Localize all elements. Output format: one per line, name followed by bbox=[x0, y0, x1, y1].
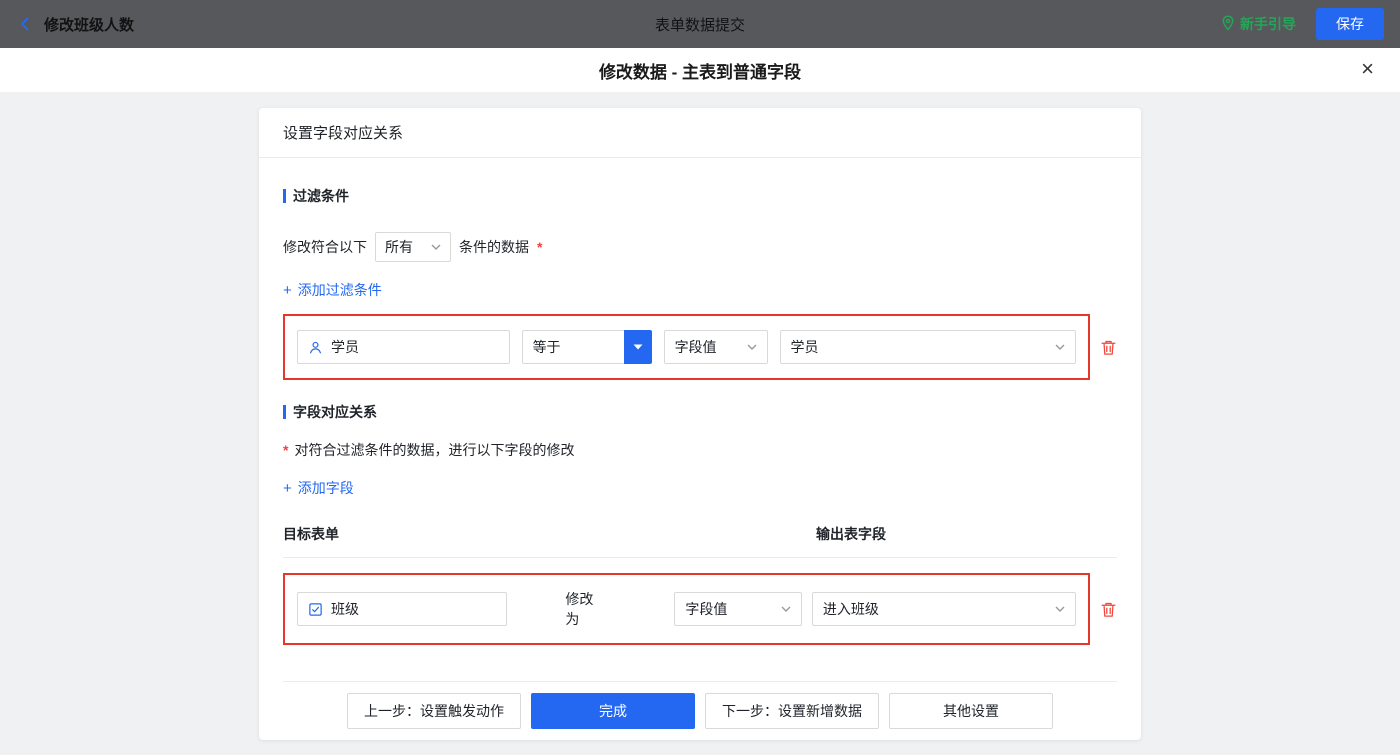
match-mode-select[interactable]: 所有 bbox=[375, 232, 451, 262]
back-button[interactable]: 修改班级人数 bbox=[16, 14, 134, 35]
done-button[interactable]: 完成 bbox=[531, 693, 695, 729]
match-mode-value: 所有 bbox=[385, 239, 413, 255]
modify-to-label: 修改为 bbox=[565, 591, 594, 627]
mapping-section-label: 字段对应关系 bbox=[293, 404, 377, 420]
operator-value: 等于 bbox=[521, 330, 624, 364]
filter-suffix-text: 条件的数据 bbox=[459, 239, 529, 255]
filter-field-input[interactable]: 学员 bbox=[297, 330, 510, 364]
mapping-description: 对符合过滤条件的数据，进行以下字段的修改 bbox=[294, 442, 575, 458]
modal-title: 修改数据 - 主表到普通字段 bbox=[598, 62, 802, 82]
top-bar: 修改班级人数 表单数据提交 新手引导 保存 bbox=[0, 0, 1400, 48]
operator-select[interactable]: 等于 bbox=[521, 330, 652, 364]
other-settings-button[interactable]: 其他设置 bbox=[889, 693, 1053, 729]
mapping-section-title: 字段对应关系 bbox=[283, 402, 1117, 422]
filter-row-highlight: 学员 等于 字段值 学员 bbox=[283, 314, 1090, 380]
add-field-link[interactable]: + 添加字段 bbox=[283, 478, 354, 498]
modal-header: 修改数据 - 主表到普通字段 × bbox=[0, 48, 1400, 92]
filter-value-type-select[interactable]: 字段值 bbox=[663, 330, 768, 364]
back-label: 修改班级人数 bbox=[44, 16, 135, 34]
next-step-button[interactable]: 下一步：设置新增数据 bbox=[705, 693, 879, 729]
card-header: 设置字段对应关系 bbox=[259, 108, 1141, 158]
required-mark: * bbox=[283, 442, 289, 458]
filter-prefix-text: 修改符合以下 bbox=[283, 239, 367, 255]
required-mark: * bbox=[537, 239, 543, 255]
person-icon bbox=[308, 340, 323, 355]
section-marker bbox=[283, 189, 286, 203]
back-arrow-icon bbox=[16, 15, 34, 33]
mapping-value-type: 字段值 bbox=[685, 601, 728, 617]
card-body: 过滤条件 修改符合以下 所有 条件的数据 * + 添加过滤条件 学员 等于 字段… bbox=[259, 158, 1141, 740]
filter-field-value: 学员 bbox=[331, 339, 359, 355]
target-field-input[interactable]: 班级 bbox=[297, 592, 508, 626]
modal-content: 设置字段对应关系 过滤条件 修改符合以下 所有 条件的数据 * + 添加过滤条件… bbox=[0, 92, 1400, 755]
mapping-columns-header: 目标表单 输出表字段 bbox=[283, 524, 1117, 558]
add-filter-label: 添加过滤条件 bbox=[297, 282, 382, 298]
add-filter-link[interactable]: + 添加过滤条件 bbox=[283, 280, 382, 300]
settings-card: 设置字段对应关系 过滤条件 修改符合以下 所有 条件的数据 * + 添加过滤条件… bbox=[259, 108, 1141, 740]
chevron-down-icon bbox=[431, 244, 441, 250]
plus-icon: + bbox=[283, 281, 292, 299]
filter-value-select[interactable]: 学员 bbox=[779, 330, 1076, 364]
close-icon[interactable]: × bbox=[1361, 58, 1374, 80]
filter-value: 学员 bbox=[790, 339, 819, 355]
mapping-value: 进入班级 bbox=[822, 601, 879, 617]
mapping-value-type-select[interactable]: 字段值 bbox=[674, 592, 802, 626]
delete-filter-button[interactable] bbox=[1100, 339, 1117, 356]
chevron-down-icon bbox=[781, 606, 791, 612]
save-button[interactable]: 保存 bbox=[1316, 8, 1384, 40]
guide-pin-icon bbox=[1221, 14, 1235, 34]
filter-section-title: 过滤条件 bbox=[283, 186, 1117, 206]
chevron-down-icon bbox=[747, 344, 757, 350]
chevron-down-icon bbox=[1055, 344, 1065, 350]
checkbox-icon bbox=[308, 602, 323, 617]
filter-condition-line: 修改符合以下 所有 条件的数据 * bbox=[283, 232, 1117, 262]
column-target-form: 目标表单 bbox=[283, 526, 339, 542]
card-footer: 上一步：设置触发动作 完成 下一步：设置新增数据 其他设置 bbox=[283, 681, 1117, 740]
filter-section-label: 过滤条件 bbox=[293, 188, 349, 204]
mapping-row-highlight: 班级 修改为 字段值 进入班级 bbox=[283, 573, 1090, 645]
delete-mapping-button[interactable] bbox=[1100, 601, 1117, 618]
prev-step-button[interactable]: 上一步：设置触发动作 bbox=[347, 693, 521, 729]
page-title: 表单数据提交 bbox=[654, 16, 745, 34]
operator-dropdown-toggle[interactable] bbox=[623, 330, 652, 364]
chevron-down-icon bbox=[1055, 606, 1065, 612]
guide-button[interactable]: 新手引导 bbox=[1221, 14, 1296, 34]
add-field-label: 添加字段 bbox=[297, 480, 354, 496]
guide-label: 新手引导 bbox=[1240, 16, 1296, 32]
column-output-field: 输出表字段 bbox=[816, 526, 886, 542]
section-marker bbox=[283, 405, 286, 419]
mapping-value-select[interactable]: 进入班级 bbox=[811, 592, 1076, 626]
topbar-actions: 新手引导 保存 bbox=[1221, 8, 1384, 40]
plus-icon: + bbox=[283, 479, 292, 497]
target-field-value: 班级 bbox=[331, 601, 359, 617]
filter-row: 学员 等于 字段值 学员 bbox=[283, 314, 1117, 380]
mapping-row: 班级 修改为 字段值 进入班级 bbox=[283, 573, 1117, 645]
mapping-description-line: * 对符合过滤条件的数据，进行以下字段的修改 bbox=[283, 440, 1117, 460]
filter-value-type: 字段值 bbox=[674, 339, 717, 355]
